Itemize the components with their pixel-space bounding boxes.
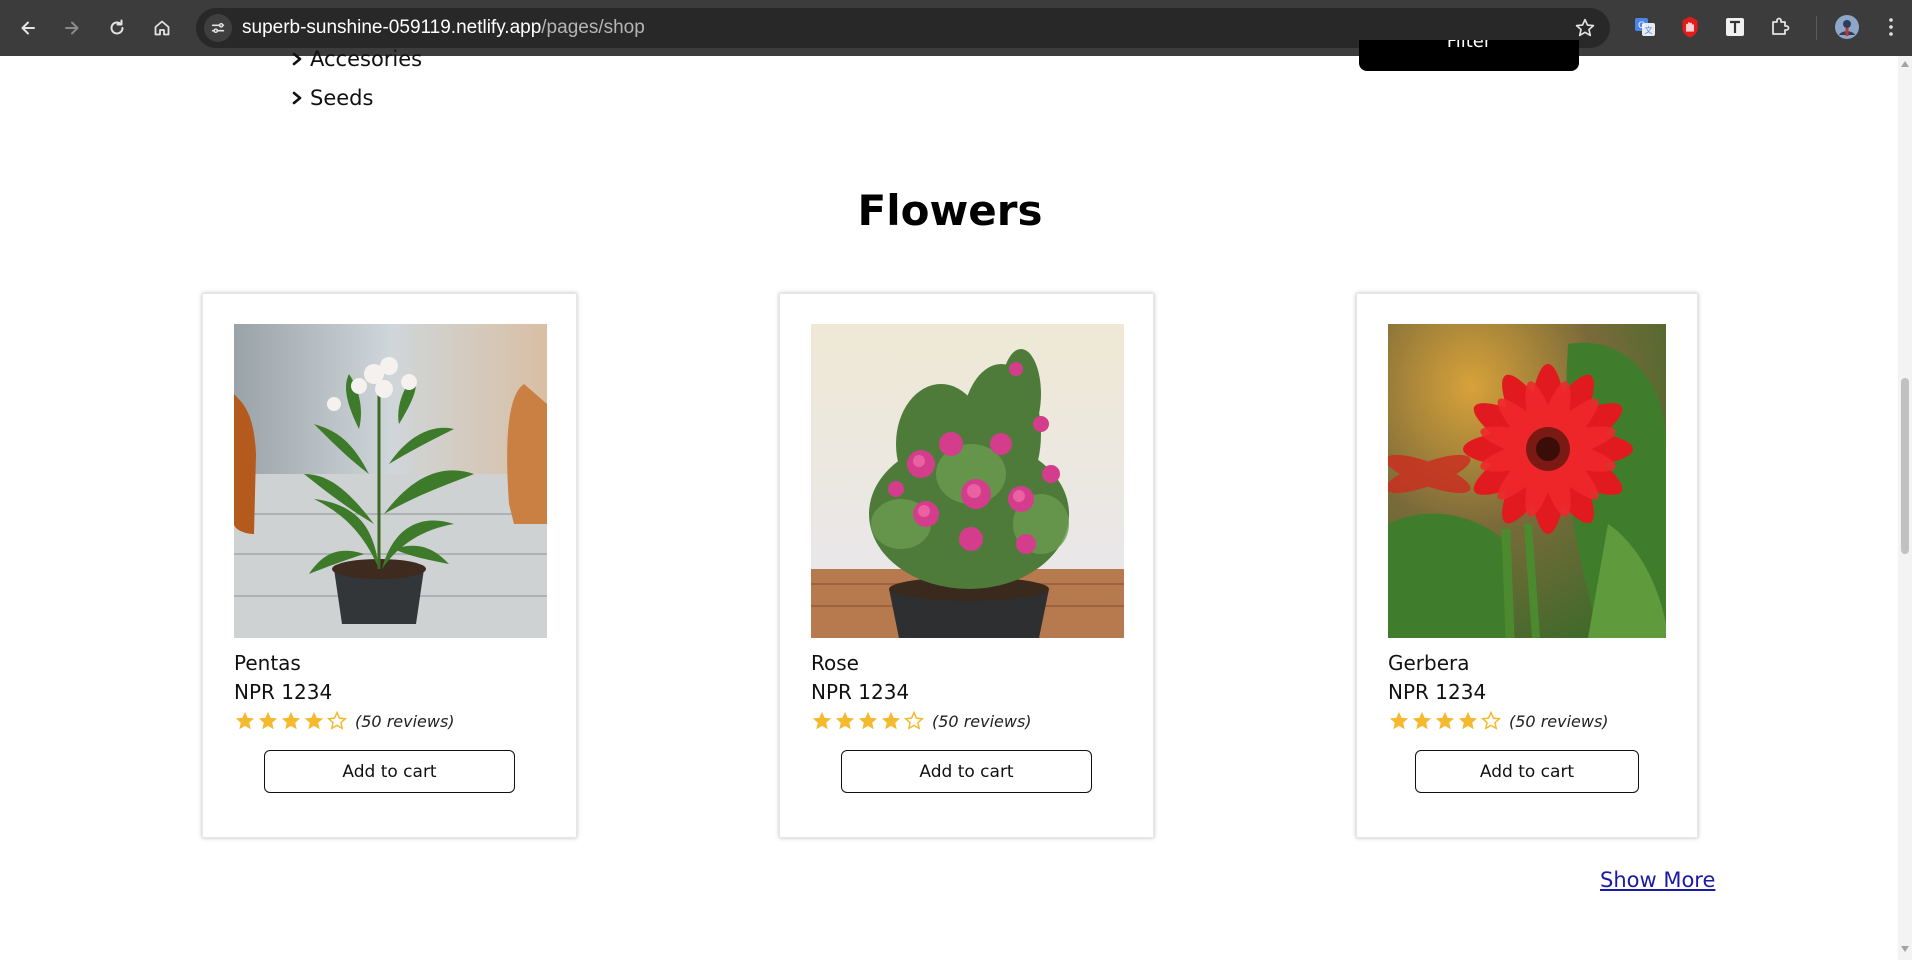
scrollbar-thumb[interactable] — [1901, 378, 1909, 554]
star-filled-icon — [1458, 711, 1478, 730]
star-outline-icon[interactable] — [1574, 17, 1596, 39]
reload-button[interactable] — [101, 12, 133, 44]
star-filled-icon — [258, 711, 278, 730]
product-card-pentas: Pentas NPR 1234 (50 reviews) Add to cart — [202, 293, 577, 838]
forward-button[interactable] — [56, 12, 88, 44]
category-item-accesories[interactable]: Accesories — [290, 47, 422, 71]
rating: (50 reviews) — [1388, 710, 1609, 732]
star-filled-icon — [812, 711, 832, 730]
site-info-button[interactable] — [204, 14, 232, 42]
home-icon — [154, 20, 170, 36]
chevron-right-icon — [292, 52, 302, 66]
star-outline-icon — [903, 710, 925, 730]
star-filled-icon — [304, 711, 324, 730]
home-button[interactable] — [146, 12, 178, 44]
product-image[interactable] — [234, 324, 547, 638]
toolbar-divider — [1816, 16, 1817, 40]
product-image[interactable] — [1388, 324, 1666, 638]
star-filled-icon — [835, 711, 855, 730]
chevron-right-icon — [292, 91, 302, 105]
add-to-cart-button[interactable]: Add to cart — [1415, 750, 1639, 793]
text-t-icon[interactable] — [1722, 14, 1748, 40]
add-to-cart-button[interactable]: Add to cart — [841, 750, 1092, 793]
category-label: Accesories — [310, 47, 423, 71]
scroll-down-arrow[interactable] — [1901, 946, 1909, 952]
profile-avatar-icon[interactable] — [1834, 14, 1860, 40]
url-path: /pages/shop — [541, 17, 645, 38]
tune-icon — [211, 22, 225, 34]
rating: (50 reviews) — [234, 710, 455, 732]
gerbera-red-flower-photo — [1388, 324, 1666, 638]
arrow-left-icon — [21, 21, 35, 35]
rating: (50 reviews) — [811, 710, 1032, 732]
star-filled-icon — [281, 711, 301, 730]
stop-hand-icon[interactable] — [1677, 14, 1703, 40]
product-price: NPR 1234 — [1388, 680, 1487, 704]
page-scrollbar[interactable] — [1898, 56, 1912, 960]
product-card-rose: Rose NPR 1234 (50 reviews) Add to cart — [779, 293, 1154, 838]
star-outline-icon — [1480, 710, 1502, 730]
category-item-seeds[interactable]: Seeds — [290, 86, 373, 110]
pentas-potted-plant-photo — [234, 324, 547, 638]
translate-icon[interactable]: G文 — [1632, 14, 1658, 40]
scroll-up-arrow[interactable] — [1901, 61, 1909, 67]
section-title: Flowers — [857, 186, 1043, 235]
star-outline-icon — [326, 710, 348, 730]
star-filled-icon — [858, 711, 878, 730]
arrow-right-icon — [65, 21, 79, 35]
filter-button[interactable]: Filter — [1359, 40, 1579, 71]
show-more-link[interactable]: Show More — [1600, 868, 1715, 892]
reload-icon — [110, 19, 124, 35]
url-text[interactable]: superb-sunshine-059119.netlify.app/pages… — [242, 8, 645, 48]
star-filled-icon — [1435, 711, 1455, 730]
category-label: Seeds — [310, 86, 374, 110]
review-count[interactable]: (50 reviews) — [932, 712, 1032, 731]
svg-text:文: 文 — [1645, 25, 1653, 35]
puzzle-icon[interactable] — [1767, 14, 1793, 40]
product-image[interactable] — [811, 324, 1124, 638]
product-card-gerbera: Gerbera NPR 1234 (50 reviews) Add to car… — [1356, 293, 1698, 838]
star-filled-icon — [1389, 711, 1409, 730]
product-name[interactable]: Gerbera — [1388, 651, 1470, 675]
product-price: NPR 1234 — [811, 680, 910, 704]
kebab-menu-icon[interactable] — [1878, 14, 1904, 40]
product-name[interactable]: Pentas — [234, 651, 301, 675]
add-to-cart-button[interactable]: Add to cart — [264, 750, 515, 793]
review-count[interactable]: (50 reviews) — [1509, 712, 1609, 731]
rose-potted-plant-photo — [811, 324, 1124, 638]
star-filled-icon — [235, 711, 255, 730]
review-count[interactable]: (50 reviews) — [355, 712, 455, 731]
star-filled-icon — [881, 711, 901, 730]
product-name[interactable]: Rose — [811, 651, 859, 675]
url-host: superb-sunshine-059119.netlify.app — [242, 17, 542, 38]
browser-toolbar: superb-sunshine-059119.netlify.app/pages… — [0, 0, 1912, 56]
filter-label: Filter — [1446, 40, 1492, 52]
product-price: NPR 1234 — [234, 680, 333, 704]
star-filled-icon — [1412, 711, 1432, 730]
back-button[interactable] — [12, 12, 44, 44]
